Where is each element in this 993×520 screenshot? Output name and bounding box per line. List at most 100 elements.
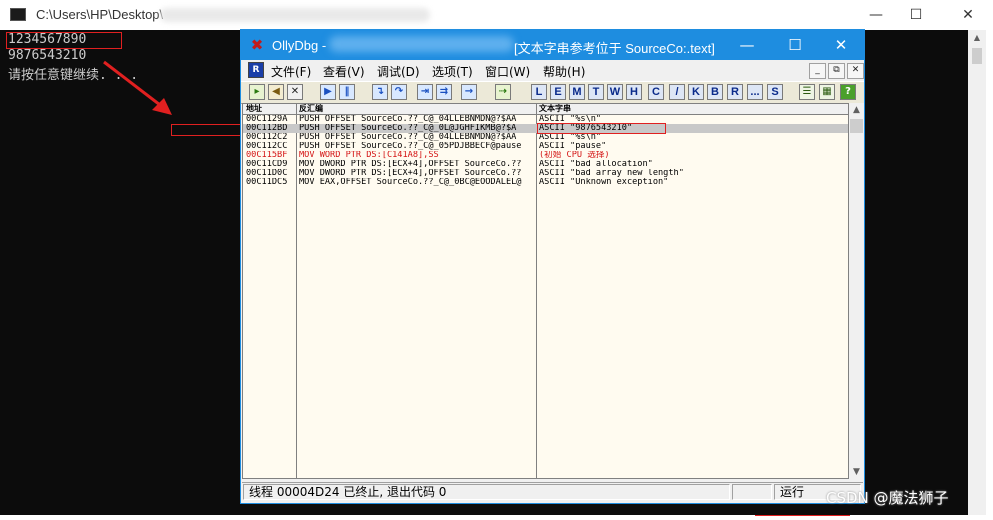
- go-to-icon[interactable]: ⇢: [495, 84, 511, 100]
- console-maximize-button[interactable]: ☐: [893, 0, 939, 30]
- console-titlebar: C:\Users\HP\Desktop\ — ☐ ✕: [0, 0, 993, 30]
- console-close-button[interactable]: ✕: [945, 0, 991, 30]
- menu-bar: R 文件(F) 查看(V) 调试(D) 选项(T) 窗口(W) 帮助(H) _ …: [241, 60, 864, 81]
- open-file-icon[interactable]: ▸: [249, 84, 265, 100]
- row-disassembly: MOV DWORD PTR DS:[ECX+4],OFFSET SourceCo…: [299, 169, 522, 178]
- trace-into-icon[interactable]: ⇥: [417, 84, 433, 100]
- console-scroll-thumb[interactable]: [972, 48, 982, 64]
- grid-view-icon[interactable]: ▦: [819, 84, 835, 100]
- column-header-address[interactable]: 地址: [246, 104, 294, 114]
- mdi-restore-button[interactable]: ⧉: [828, 63, 845, 79]
- references-window-button[interactable]: R: [727, 84, 743, 100]
- row-address: 00C11D0C: [246, 169, 288, 178]
- menu-debug[interactable]: 调试(D): [377, 63, 420, 80]
- pause-icon[interactable]: ‖: [339, 84, 355, 100]
- ollydbg-titlebar: ✖ OllyDbg - [文本字串参考位于 SourceCo:.text] — …: [241, 30, 864, 60]
- blurred-title-region: [329, 36, 514, 52]
- mdi-close-button[interactable]: ✕: [847, 63, 864, 79]
- menu-window[interactable]: 窗口(W): [485, 63, 530, 80]
- mdi-minimize-button[interactable]: _: [809, 63, 826, 79]
- pane-scrollbar[interactable]: ▲ ▼: [849, 103, 864, 479]
- row-disassembly: PUSH OFFSET SourceCo.??_C@_04LLEBNMDN@?$…: [299, 133, 517, 142]
- row-disassembly: MOV WORD PTR DS:[C141A8],SS: [299, 151, 439, 160]
- close-program-icon[interactable]: ✕: [287, 84, 303, 100]
- string-references-pane: 地址 反汇编 文本字串 00C1129A PUSH OFFSET SourceCo…: [242, 103, 849, 479]
- row-address: 00C112BD: [246, 124, 288, 133]
- column-header-disassembly[interactable]: 反汇编: [299, 104, 534, 114]
- execute-till-return-icon[interactable]: →: [461, 84, 477, 100]
- breakpoints-window-button[interactable]: B: [707, 84, 723, 100]
- list-view-icon[interactable]: ☰: [799, 84, 815, 100]
- source-window-button[interactable]: S: [767, 84, 783, 100]
- menu-help[interactable]: 帮助(H): [543, 63, 585, 80]
- row-address: 00C1129A: [246, 115, 288, 124]
- row-address: 00C11CD9: [246, 160, 288, 169]
- cpu-window-button[interactable]: C: [648, 84, 664, 100]
- step-into-icon[interactable]: ↴: [372, 84, 388, 100]
- ollydbg-minimize-button[interactable]: —: [724, 30, 770, 60]
- column-header-bar: 地址 反汇编 文本字串: [243, 104, 848, 115]
- row-disassembly: PUSH OFFSET SourceCo.??_C@_05PDJBBECF@pa…: [299, 142, 522, 151]
- table-row[interactable]: 00C11D0C MOV DWORD PTR DS:[ECX+4],OFFSET …: [243, 169, 848, 178]
- trace-over-icon[interactable]: ⇉: [436, 84, 452, 100]
- run-trace-window-button[interactable]: ...: [747, 84, 763, 100]
- log-window-button[interactable]: L: [531, 84, 547, 100]
- ollydbg-bug-icon: ✖: [250, 36, 264, 54]
- console-scroll-up-arrow-icon[interactable]: ▲: [968, 30, 986, 46]
- call-stack-window-button[interactable]: K: [688, 84, 704, 100]
- restart-icon[interactable]: ◀: [268, 84, 284, 100]
- row-address: 00C112C2: [246, 133, 288, 142]
- windows-window-button[interactable]: W: [607, 84, 623, 100]
- modules-window-button[interactable]: E: [550, 84, 566, 100]
- ollydbg-app-name: OllyDbg -: [272, 38, 327, 53]
- ollydbg-window: ✖ OllyDbg - [文本字串参考位于 SourceCo:.text] — …: [240, 29, 865, 504]
- ollydbg-window-subtitle: [文本字串参考位于 SourceCo:.text]: [514, 41, 715, 56]
- row-address: 00C112CC: [246, 142, 288, 151]
- table-row[interactable]: 00C112C2 PUSH OFFSET SourceCo.??_C@_04LLE…: [243, 133, 848, 142]
- row-text: ASCII "bad allocation": [539, 160, 653, 169]
- column-header-text[interactable]: 文本字串: [539, 104, 739, 114]
- menu-view[interactable]: 查看(V): [323, 63, 365, 80]
- memory-window-button[interactable]: M: [569, 84, 585, 100]
- table-row[interactable]: 00C112CC PUSH OFFSET SourceCo.??_C@_05PDJ…: [243, 142, 848, 151]
- ollydbg-maximize-button[interactable]: ☐: [772, 30, 818, 60]
- mdi-window-icon[interactable]: R: [248, 62, 264, 78]
- ollydbg-close-button[interactable]: ✕: [818, 30, 864, 60]
- highlight-box-string: [537, 123, 666, 134]
- row-address: 00C115BF: [246, 151, 288, 160]
- annotation-arrow-icon: [103, 60, 172, 115]
- handles-window-button[interactable]: H: [626, 84, 642, 100]
- table-row[interactable]: 00C115BF MOV WORD PTR DS:[C141A8],SS (初始 C…: [243, 151, 848, 160]
- row-text: ASCII "%s\n": [539, 133, 602, 142]
- scroll-down-arrow-icon[interactable]: ▼: [849, 465, 864, 479]
- menu-options[interactable]: 选项(T): [432, 63, 473, 80]
- run-icon[interactable]: ▶: [320, 84, 336, 100]
- patches-window-button[interactable]: /: [669, 84, 685, 100]
- threads-window-button[interactable]: T: [588, 84, 604, 100]
- watermark: CSDN @魔法狮子: [826, 489, 949, 507]
- status-bar: 线程 00004D24 已终止, 退出代码 0 运行: [242, 482, 863, 502]
- row-text: ASCII "pause": [539, 142, 607, 151]
- row-disassembly: PUSH OFFSET SourceCo.??_C@_04LLEBNMDN@?$…: [299, 115, 517, 124]
- console-scrollbar[interactable]: [968, 30, 986, 515]
- status-empty-cell: [732, 484, 772, 500]
- table-row[interactable]: 00C11DC5 MOV EAX,OFFSET SourceCo.??_C@_0B…: [243, 178, 848, 187]
- help-icon[interactable]: ?: [840, 84, 856, 100]
- highlight-box-edge: [755, 515, 850, 520]
- console-title: C:\Users\HP\Desktop\: [36, 7, 164, 22]
- table-row[interactable]: 00C11CD9 MOV DWORD PTR DS:[ECX+4],OFFSET …: [243, 160, 848, 169]
- row-disassembly: PUSH OFFSET SourceCo.??_C@_0L@JGHFIKMB@?…: [299, 124, 517, 133]
- row-text: (初始 CPU 选择): [539, 151, 610, 160]
- console-line-2: 9876543210: [8, 48, 87, 63]
- toolbar: ▸ ◀ ✕ ▶ ‖ ↴ ↷ ⇥ ⇉ → ⇢ L E M T W H C / K …: [241, 81, 864, 104]
- blurred-path-region: [160, 8, 430, 22]
- row-address: 00C11DC5: [246, 178, 288, 187]
- scroll-up-arrow-icon[interactable]: ▲: [849, 103, 864, 117]
- step-over-icon[interactable]: ↷: [391, 84, 407, 100]
- scroll-thumb[interactable]: [850, 119, 863, 133]
- highlight-box-annotation: [171, 124, 245, 136]
- row-text: ASCII "bad array new length": [539, 169, 684, 178]
- highlight-box-console: [6, 32, 122, 49]
- menu-file[interactable]: 文件(F): [271, 63, 311, 80]
- row-text: ASCII "Unknown exception": [539, 178, 669, 187]
